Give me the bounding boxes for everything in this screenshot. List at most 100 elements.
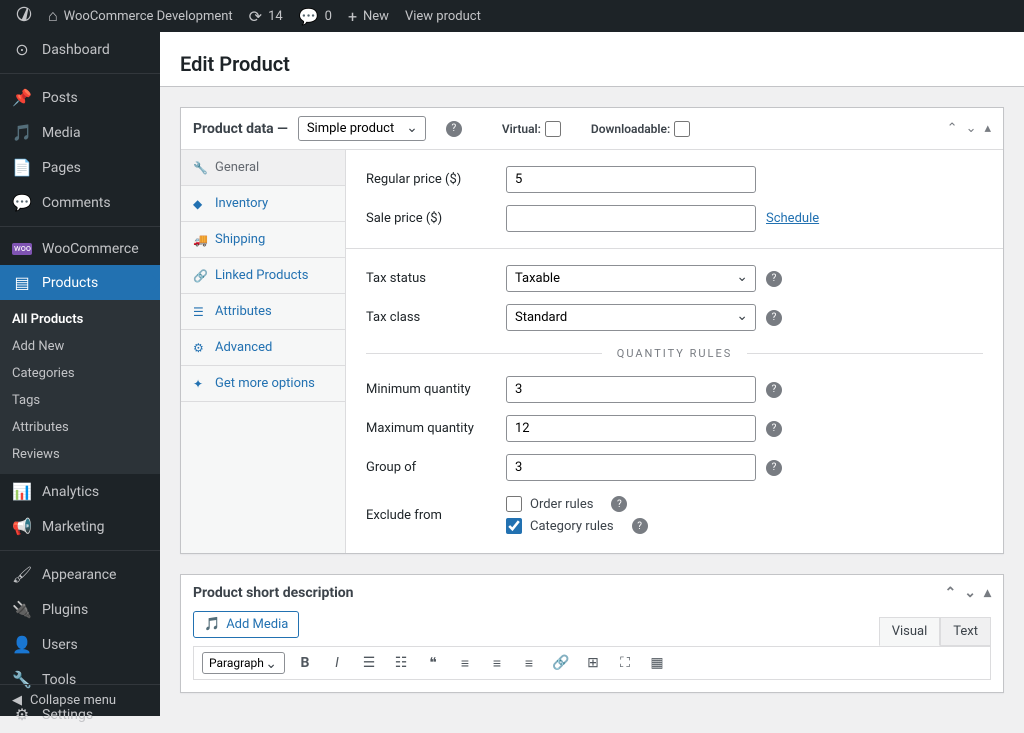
sale-price-label: Sale price ($): [366, 211, 506, 226]
link-icon: 🔗: [193, 269, 207, 283]
sale-price-input[interactable]: [506, 205, 756, 232]
tab-advanced[interactable]: ⚙Advanced: [181, 330, 345, 366]
help-icon[interactable]: ?: [766, 310, 782, 326]
help-icon[interactable]: ?: [766, 271, 782, 287]
fullscreen-button[interactable]: ⛶: [613, 651, 637, 675]
sidebar-appearance[interactable]: 🖌Appearance: [0, 557, 160, 592]
sidebar-label: WooCommerce: [42, 241, 139, 257]
tax-class-select[interactable]: Standard: [506, 304, 756, 331]
sidebar-dashboard[interactable]: ⊙Dashboard: [0, 32, 160, 67]
help-icon[interactable]: ?: [766, 382, 782, 398]
virtual-check[interactable]: Virtual:: [502, 121, 561, 137]
collapse-label: Collapse menu: [30, 693, 116, 708]
media-icon: 🎵: [204, 617, 220, 632]
tab-inventory[interactable]: ◆Inventory: [181, 186, 345, 222]
submenu-tags[interactable]: Tags: [0, 387, 160, 414]
sidebar-comments[interactable]: 💬Comments: [0, 185, 160, 220]
comments-link[interactable]: 💬0: [291, 0, 340, 32]
italic-button[interactable]: I: [325, 651, 349, 675]
help-icon[interactable]: ?: [446, 121, 462, 137]
align-center-button[interactable]: ≡: [485, 651, 509, 675]
product-data-tabs: 🔧General ◆Inventory 🚚Shipping 🔗Linked Pr…: [181, 150, 346, 553]
product-data-header: Product data — Simple product ? Virtual:…: [181, 108, 1003, 150]
virtual-checkbox[interactable]: [545, 121, 561, 137]
site-name[interactable]: ⌂WooCommerce Development: [40, 0, 241, 32]
move-up-icon[interactable]: ⌃: [947, 121, 958, 136]
downloadable-check[interactable]: Downloadable:: [591, 121, 690, 137]
numbered-list-button[interactable]: ☷: [389, 651, 413, 675]
inventory-icon: ◆: [193, 197, 207, 211]
more-button[interactable]: ⊞: [581, 651, 605, 675]
sidebar-marketing[interactable]: 📢Marketing: [0, 509, 160, 544]
min-qty-input[interactable]: [506, 376, 756, 403]
help-icon[interactable]: ?: [766, 421, 782, 437]
schedule-link[interactable]: Schedule: [766, 211, 819, 226]
comments-icon: 💬: [12, 193, 32, 212]
products-submenu: All Products Add New Categories Tags Att…: [0, 300, 160, 474]
toggle-panel-icon[interactable]: ▴: [984, 585, 991, 601]
new-content[interactable]: +New: [340, 0, 397, 32]
sidebar-woocommerce[interactable]: wooWooCommerce: [0, 233, 160, 265]
move-up-icon[interactable]: ⌃: [945, 585, 957, 601]
downloadable-checkbox[interactable]: [674, 121, 690, 137]
sidebar-label: Posts: [42, 90, 78, 106]
help-icon[interactable]: ?: [766, 460, 782, 476]
category-rules-checkbox[interactable]: [506, 518, 522, 534]
collapse-menu[interactable]: ◀Collapse menu: [0, 684, 160, 716]
sidebar-analytics[interactable]: 📊Analytics: [0, 474, 160, 509]
tax-status-select[interactable]: Taxable: [506, 265, 756, 292]
help-icon[interactable]: ?: [611, 496, 627, 512]
toolbar-toggle-button[interactable]: ▦: [645, 651, 669, 675]
pages-icon: 📄: [12, 158, 32, 177]
regular-price-input[interactable]: [506, 166, 756, 193]
sidebar-media[interactable]: 🎵Media: [0, 115, 160, 150]
tab-label: Get more options: [215, 376, 315, 391]
tab-more-options[interactable]: ✦Get more options: [181, 366, 345, 402]
tab-attributes[interactable]: ☰Attributes: [181, 294, 345, 330]
help-icon[interactable]: ?: [632, 518, 648, 534]
format-select[interactable]: Paragraph: [202, 652, 285, 674]
order-rules-checkbox[interactable]: [506, 496, 522, 512]
move-down-icon[interactable]: ⌄: [966, 121, 977, 136]
appearance-icon: 🖌: [12, 565, 32, 584]
submenu-add-new[interactable]: Add New: [0, 333, 160, 360]
sidebar-products[interactable]: ▤ Products: [0, 265, 160, 300]
max-qty-input[interactable]: [506, 415, 756, 442]
product-type-select[interactable]: Simple product: [298, 116, 426, 141]
add-media-button[interactable]: 🎵Add Media: [193, 611, 299, 638]
truck-icon: 🚚: [193, 233, 207, 247]
view-product[interactable]: View product: [397, 0, 489, 32]
sidebar-posts[interactable]: 📌Posts: [0, 80, 160, 115]
toggle-panel-icon[interactable]: ▴: [984, 121, 991, 136]
submenu-reviews[interactable]: Reviews: [0, 441, 160, 468]
submenu-attributes[interactable]: Attributes: [0, 414, 160, 441]
move-down-icon[interactable]: ⌄: [964, 585, 976, 601]
product-data-box: Product data — Simple product ? Virtual:…: [180, 107, 1004, 554]
tab-general[interactable]: 🔧General: [181, 150, 345, 186]
tab-linked[interactable]: 🔗Linked Products: [181, 258, 345, 294]
list-icon: ☰: [193, 305, 207, 319]
submenu-all-products[interactable]: All Products: [0, 306, 160, 333]
sidebar-label: Pages: [42, 160, 81, 176]
visual-tab[interactable]: Visual: [879, 617, 941, 646]
sidebar-plugins[interactable]: 🔌Plugins: [0, 592, 160, 627]
text-tab[interactable]: Text: [940, 617, 991, 646]
align-right-button[interactable]: ≡: [517, 651, 541, 675]
submenu-categories[interactable]: Categories: [0, 360, 160, 387]
group-of-input[interactable]: [506, 454, 756, 481]
sidebar-label: Media: [42, 125, 81, 141]
bold-button[interactable]: B: [293, 651, 317, 675]
products-icon: ▤: [12, 273, 32, 292]
bullet-list-button[interactable]: ☰: [357, 651, 381, 675]
site-name-label: WooCommerce Development: [64, 9, 233, 24]
align-left-button[interactable]: ≡: [453, 651, 477, 675]
tab-shipping[interactable]: 🚚Shipping: [181, 222, 345, 258]
link-button[interactable]: 🔗: [549, 651, 573, 675]
sidebar-users[interactable]: 👤Users: [0, 627, 160, 662]
updates[interactable]: ⟳14: [241, 0, 291, 32]
sidebar-label: Products: [42, 275, 98, 291]
quote-button[interactable]: ❝: [421, 651, 445, 675]
wp-logo[interactable]: [8, 0, 40, 32]
regular-price-label: Regular price ($): [366, 172, 506, 187]
sidebar-pages[interactable]: 📄 Pages: [0, 150, 160, 185]
